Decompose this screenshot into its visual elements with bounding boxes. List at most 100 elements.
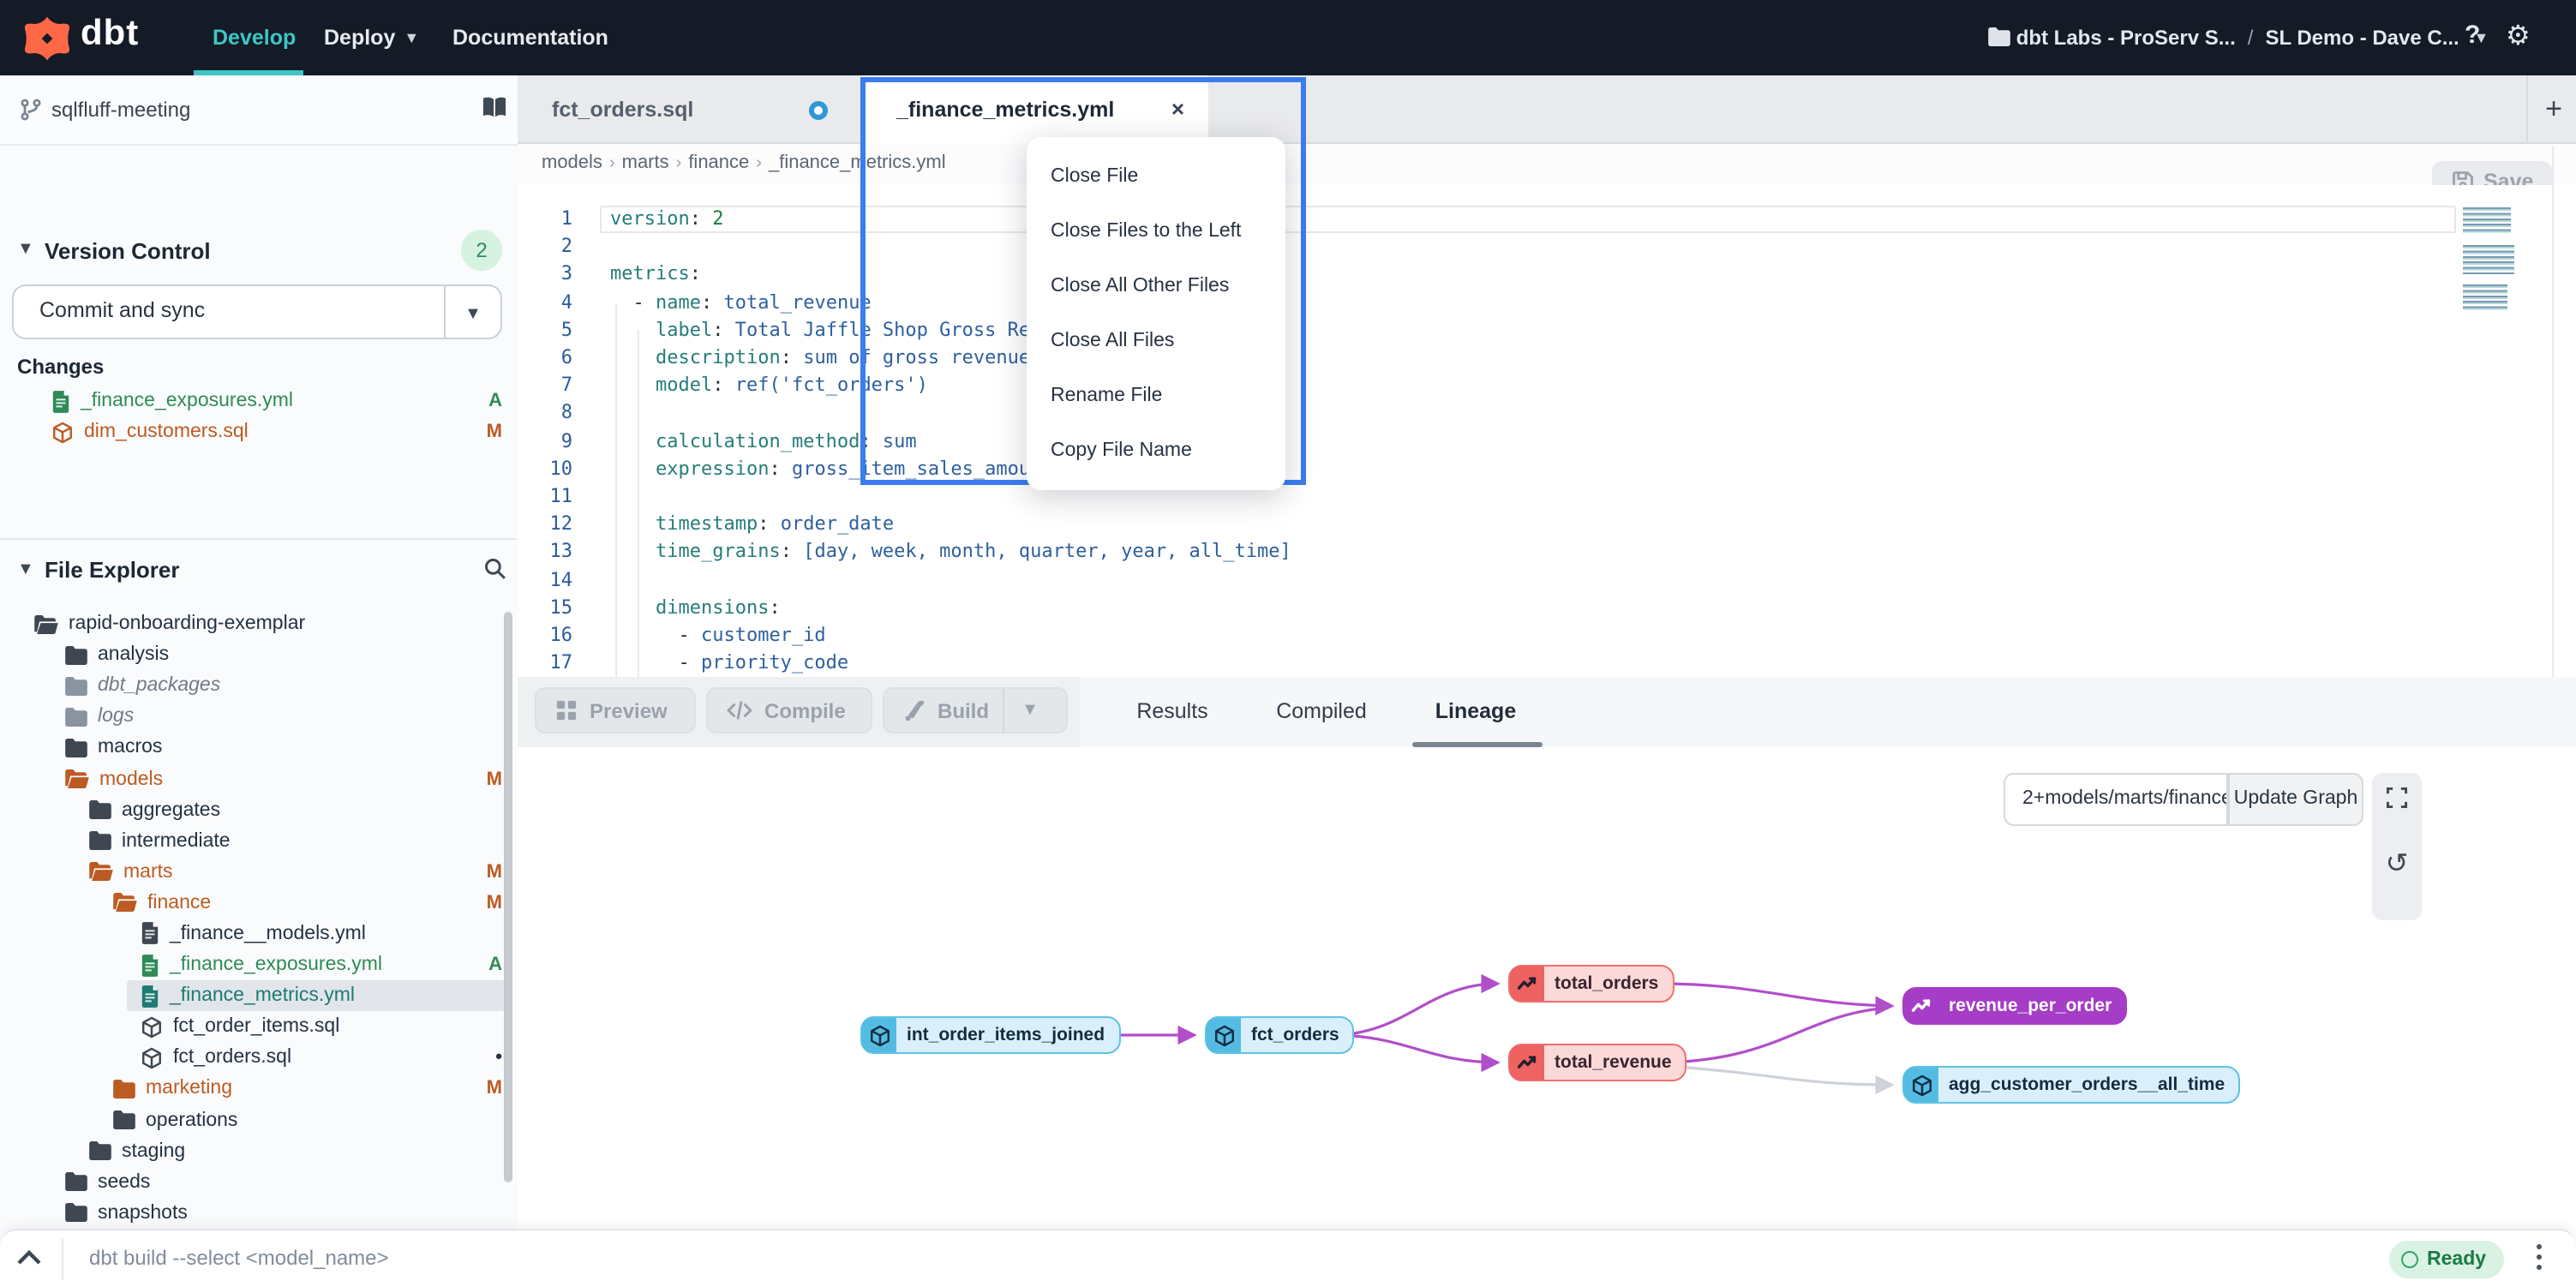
code-line-15[interactable]: 15 dimensions: xyxy=(518,595,2576,622)
menu-item-close-all-files[interactable]: Close All Files xyxy=(1027,314,1285,368)
breadcrumb-item[interactable]: marts xyxy=(622,153,669,173)
commit-options-chevron[interactable]: ▼ xyxy=(444,286,500,338)
update-graph-button[interactable]: Update Graph xyxy=(2228,773,2363,826)
line-number: 14 xyxy=(518,566,572,594)
panel-tab-results[interactable]: Results xyxy=(1121,677,1224,747)
search-icon[interactable] xyxy=(483,557,507,581)
code-line-8[interactable]: 8 xyxy=(518,400,2576,428)
code-line-10[interactable]: 10 expression: gross_item_sales_amount xyxy=(518,456,2576,483)
git-branch-row[interactable]: sqlfluff-meeting xyxy=(0,75,518,146)
code-line-17[interactable]: 17 - priority_code xyxy=(518,649,2576,677)
reset-view-icon[interactable]: ↺ xyxy=(2372,852,2422,879)
code-line-14[interactable]: 14 xyxy=(518,566,2576,594)
tree-item--finance-metrics-yml[interactable]: _finance_metrics.yml xyxy=(0,980,518,1011)
changed-file-row[interactable]: _finance_exposures.ymlA xyxy=(0,386,518,416)
lineage-node-agg_customer_orders__all_time[interactable]: agg_customer_orders__all_time xyxy=(1902,1066,2240,1104)
breadcrumb-item[interactable]: models xyxy=(542,153,602,173)
code-line-4[interactable]: 4 - name: total_revenue xyxy=(518,289,2576,316)
tree-item-marketing[interactable]: marketingM xyxy=(0,1074,518,1104)
lineage-node-int_order_items_joined[interactable]: int_order_items_joined xyxy=(860,1016,1120,1054)
model-cube-icon xyxy=(862,1018,896,1052)
menu-item-close-file[interactable]: Close File xyxy=(1027,149,1285,204)
panel-tab-lineage[interactable]: Lineage xyxy=(1421,677,1531,747)
menu-item-rename-file[interactable]: Rename File xyxy=(1027,368,1285,423)
tree-item-seeds[interactable]: seeds xyxy=(0,1166,518,1197)
menu-item-close-all-other-files[interactable]: Close All Other Files xyxy=(1027,259,1285,314)
code-line-7[interactable]: 7 model: ref('fct_orders') xyxy=(518,372,2576,399)
git-status-letter: A xyxy=(488,955,502,975)
compile-button[interactable]: Compile xyxy=(706,687,872,733)
tree-item--finance-exposures-yml[interactable]: _finance_exposures.ymlA xyxy=(0,949,518,980)
tree-item-snapshots[interactable]: snapshots xyxy=(0,1198,518,1229)
version-control-title[interactable]: Version Control xyxy=(45,238,211,264)
tree-scrollbar[interactable] xyxy=(504,612,512,1182)
panel-tab-compiled-code[interactable]: Compiled Code xyxy=(1249,677,1393,747)
tree-item-aggregates[interactable]: aggregates xyxy=(0,794,518,825)
breadcrumb-item[interactable]: _finance_metrics.yml xyxy=(769,153,946,173)
tree-item-fct-order-items-sql[interactable]: fct_order_items.sql xyxy=(0,1011,518,1042)
tab-context-menu: Close FileClose Files to the LeftClose A… xyxy=(1027,137,1285,490)
tree-item-macros[interactable]: macros xyxy=(0,733,518,763)
tree-item-dbt-packages[interactable]: dbt_packages xyxy=(0,670,518,701)
tree-item-logs[interactable]: logs xyxy=(0,702,518,733)
lineage-node-revenue_per_order[interactable]: revenue_per_order xyxy=(1902,987,2127,1025)
nav-item-develop[interactable]: Develop xyxy=(213,0,296,75)
tree-item-staging[interactable]: staging xyxy=(0,1135,518,1166)
code-line-12[interactable]: 12 timestamp: order_date xyxy=(518,511,2576,538)
tab-fct-orders-sql[interactable]: fct_orders.sql xyxy=(518,75,862,144)
file-explorer-header[interactable]: ▼ File Explorer xyxy=(0,538,518,600)
tree-item-marts[interactable]: martsM xyxy=(0,857,518,888)
tree-item-analysis[interactable]: analysis xyxy=(0,639,518,670)
tree-item--finance-models-yml[interactable]: _finance__models.yml xyxy=(0,919,518,949)
breadcrumb-item[interactable]: finance xyxy=(688,153,749,173)
expand-panel-chevron-icon[interactable] xyxy=(15,1246,43,1270)
code-line-13[interactable]: 13 time_grains: [day, week, month, quart… xyxy=(518,539,2576,566)
tree-item-operations[interactable]: operations xyxy=(0,1104,518,1135)
tree-item-rapid-onboarding-exemplar[interactable]: rapid-onboarding-exemplar xyxy=(0,608,518,639)
commit-and-sync-button[interactable]: Commit and sync ▼ xyxy=(12,284,502,339)
settings-gear-icon[interactable]: ⚙ xyxy=(2506,19,2531,53)
status-ring-icon xyxy=(2401,1251,2418,1268)
tree-item-fct-orders-sql[interactable]: fct_orders.sql• xyxy=(0,1043,518,1074)
lineage-node-fct_orders[interactable]: fct_orders xyxy=(1205,1016,1355,1054)
code-line-1[interactable]: 1version: 2 xyxy=(518,206,2576,233)
tree-item-models[interactable]: modelsM xyxy=(0,763,518,794)
editor-scroll-track[interactable] xyxy=(2552,146,2554,677)
lineage-node-label: fct_orders xyxy=(1241,1025,1353,1045)
code-line-16[interactable]: 16 - customer_id xyxy=(518,622,2576,649)
help-icon[interactable]: ? xyxy=(2465,21,2480,50)
code-line-9[interactable]: 9 calculation_method: sum xyxy=(518,428,2576,455)
tab-finance-metrics-yml[interactable]: _finance_metrics.yml × xyxy=(860,75,1208,144)
build-button[interactable]: Build▼ xyxy=(883,687,1068,733)
kebab-menu-icon[interactable] xyxy=(2533,1244,2543,1275)
code-line-2[interactable]: 2 xyxy=(518,233,2576,260)
build-options-chevron[interactable]: ▼ xyxy=(1003,689,1056,732)
code-editor[interactable]: 1version: 223metrics:4 - name: total_rev… xyxy=(518,185,2576,677)
lineage-filter-input[interactable]: 2+models/marts/finance/_fir xyxy=(2004,773,2228,826)
editor-minimap[interactable] xyxy=(2463,207,2514,320)
changed-file-row[interactable]: dim_customers.sqlM xyxy=(0,416,518,447)
nav-item-documentation[interactable]: Documentation xyxy=(452,0,608,75)
lineage-node-total_revenue[interactable]: total_revenue xyxy=(1508,1044,1687,1081)
docs-book-icon[interactable] xyxy=(482,96,507,120)
new-tab-button[interactable]: + xyxy=(2535,91,2573,129)
account-name[interactable]: dbt Labs - ProServ S.../SL Demo - Dave C… xyxy=(1988,0,2489,75)
preview-button[interactable]: Preview xyxy=(535,687,696,733)
code-line-5[interactable]: 5 label: Total Jaffle Shop Gross Revenue xyxy=(518,317,2576,344)
chevron-down-icon[interactable]: ▼ xyxy=(17,240,34,259)
fullscreen-icon[interactable] xyxy=(2372,787,2422,809)
tree-item-label: intermediate xyxy=(122,830,231,851)
tree-item-intermediate[interactable]: intermediate xyxy=(0,825,518,856)
close-tab-icon[interactable]: × xyxy=(1171,96,1184,122)
nav-item-deploy[interactable]: Deploy▼ xyxy=(324,0,419,75)
code-line-6[interactable]: 6 description: sum of gross revenue xyxy=(518,344,2576,372)
lineage-node-label: total_revenue xyxy=(1544,1052,1686,1073)
tree-item-finance[interactable]: financeM xyxy=(0,888,518,919)
code-line-3[interactable]: 3metrics: xyxy=(518,261,2576,289)
command-input[interactable]: dbt build --select <model_name> xyxy=(89,1246,389,1270)
menu-item-copy-file-name[interactable]: Copy File Name xyxy=(1027,423,1285,478)
lineage-node-total_orders[interactable]: total_orders xyxy=(1508,965,1674,1003)
dbt-logo-icon[interactable] xyxy=(22,14,72,63)
code-line-11[interactable]: 11 xyxy=(518,483,2576,511)
menu-item-close-files-to-the-left[interactable]: Close Files to the Left xyxy=(1027,204,1285,259)
